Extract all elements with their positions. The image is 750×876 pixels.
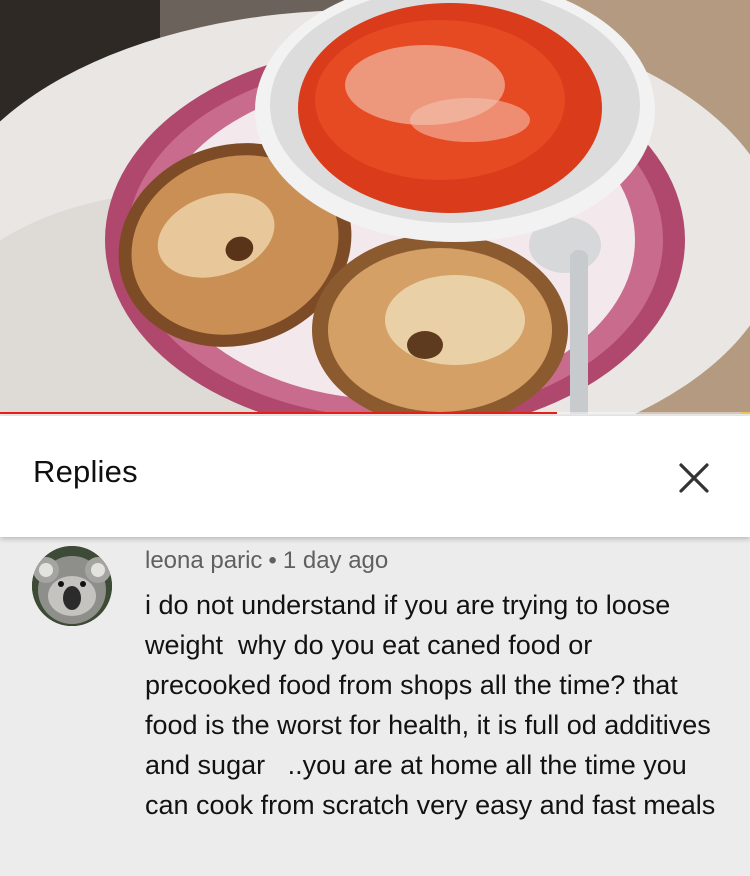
video-progress-fill (0, 412, 557, 414)
comment-item: leona paric • 1 day ago i do not understan… (0, 537, 750, 876)
koala-avatar-icon (32, 546, 112, 626)
close-icon (679, 463, 709, 493)
avatar[interactable] (32, 546, 112, 626)
comment-time: 1 day ago (282, 547, 389, 574)
comment-text: i do not understand if you are trying to… (145, 590, 719, 820)
comment-meta: leona paric • 1 day ago (145, 547, 388, 575)
meta-separator: • (268, 547, 277, 574)
replies-title: Replies (33, 454, 138, 489)
video-progress-bar[interactable] (0, 412, 750, 414)
video-frame-image (0, 0, 750, 414)
video-player[interactable] (0, 0, 750, 414)
replies-header: Replies (0, 416, 750, 537)
video-progress-buffer (742, 412, 750, 414)
comment-author[interactable]: leona paric (145, 547, 262, 574)
close-button[interactable] (668, 452, 720, 504)
